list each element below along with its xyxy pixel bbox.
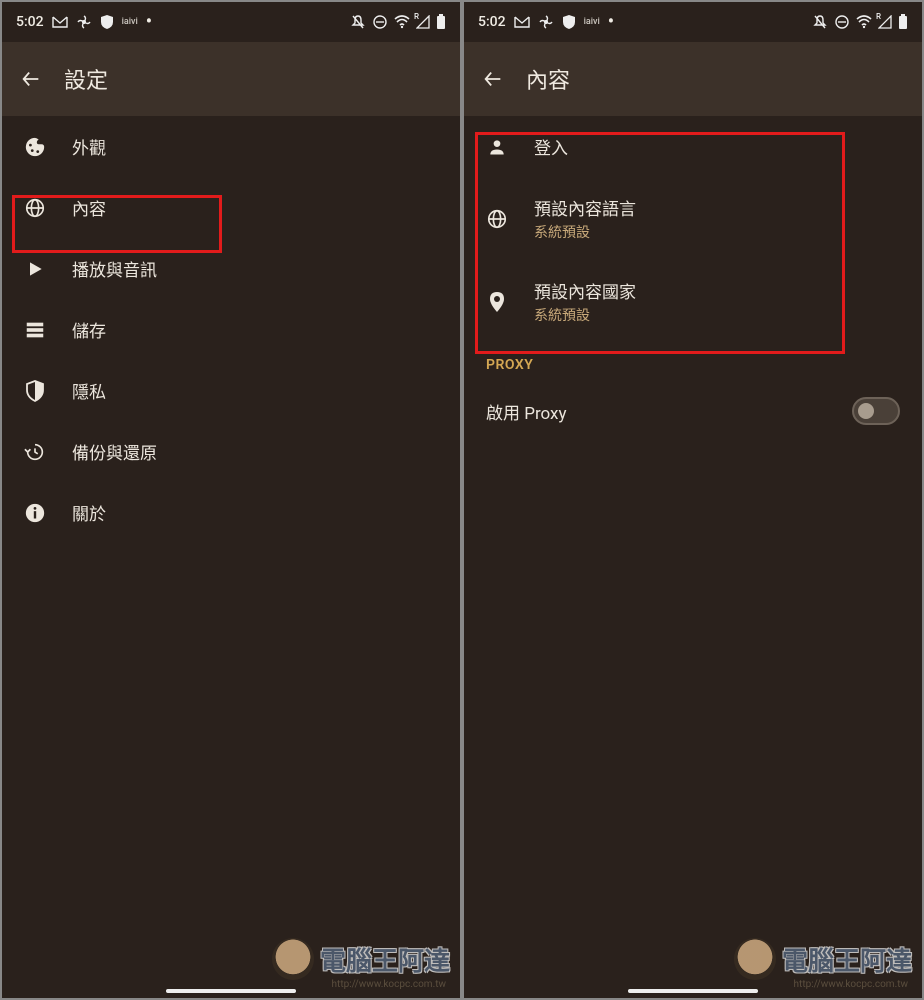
menu-item-default-language[interactable]: 預設內容語言 系統預設 [464, 177, 922, 260]
palette-icon [24, 136, 46, 158]
signal-icon: R [416, 15, 430, 29]
location-pin-icon [486, 291, 508, 313]
menu-label: 關於 [72, 500, 106, 525]
wifi-icon [856, 15, 872, 29]
menu-item-content[interactable]: 內容 [2, 177, 460, 238]
watermark-url: http://www.kocpc.com.tw [794, 979, 908, 990]
menu-item-playback[interactable]: 播放與音訊 [2, 238, 460, 299]
status-time: 5:02 [16, 14, 44, 30]
screen-content: 5:02 iaivi • R [464, 2, 922, 998]
menu-item-default-country[interactable]: 預設內容國家 系統預設 [464, 260, 922, 343]
page-title: 設定 [64, 63, 108, 95]
gmail-icon [52, 16, 68, 28]
battery-icon [436, 14, 446, 30]
page-title: 內容 [526, 63, 570, 95]
toggle-row-proxy[interactable]: 啟用 Proxy [464, 381, 922, 441]
menu-label: 儲存 [72, 317, 106, 342]
nav-indicator[interactable] [628, 989, 758, 993]
toggle-label: 啟用 Proxy [486, 399, 567, 424]
globe-icon [486, 208, 508, 230]
section-header-proxy: PROXY [464, 343, 922, 381]
watermark: 電腦王阿達 [272, 938, 450, 980]
menu-sublabel: 系統預設 [534, 305, 636, 325]
watermark-text: 電腦王阿達 [320, 941, 450, 978]
privacy-shield-icon [24, 380, 46, 402]
menu-item-login[interactable]: 登入 [464, 116, 922, 177]
nav-indicator[interactable] [166, 989, 296, 993]
watermark: 電腦王阿達 [734, 938, 912, 980]
globe-icon [24, 197, 46, 219]
app-header: 設定 [2, 42, 460, 116]
menu-item-appearance[interactable]: 外觀 [2, 116, 460, 177]
watermark-url: http://www.kocpc.com.tw [332, 979, 446, 990]
back-arrow-icon[interactable] [482, 68, 504, 90]
menu-label: 外觀 [72, 134, 106, 159]
iqiyi-label: iaivi [584, 17, 600, 27]
back-arrow-icon[interactable] [20, 68, 42, 90]
menu-sublabel: 系統預設 [534, 222, 636, 242]
play-icon [24, 258, 46, 280]
watermark-face-icon [272, 938, 314, 980]
status-bar: 5:02 iaivi • R [464, 2, 922, 42]
app-header: 內容 [464, 42, 922, 116]
menu-item-storage[interactable]: 儲存 [2, 299, 460, 360]
dnd-icon [350, 14, 366, 30]
restore-icon [24, 441, 46, 463]
dnd-icon [812, 14, 828, 30]
menu-label: 內容 [72, 195, 106, 220]
shield-icon [100, 14, 114, 30]
signal-icon: R [878, 15, 892, 29]
status-bar: 5:02 iaivi • R [2, 2, 460, 42]
menu-item-backup[interactable]: 備份與還原 [2, 421, 460, 482]
menu-label: 隱私 [72, 378, 106, 403]
menu-label: 預設內容國家 [534, 278, 636, 303]
menu-label: 預設內容語言 [534, 195, 636, 220]
menu-item-about[interactable]: 關於 [2, 482, 460, 543]
fan-icon [76, 14, 92, 30]
iqiyi-label: iaivi [122, 17, 138, 27]
menu-label: 播放與音訊 [72, 256, 157, 281]
gmail-icon [514, 16, 530, 28]
no-entry-icon [834, 14, 850, 30]
menu-label: 備份與還原 [72, 439, 157, 464]
menu-label: 登入 [534, 134, 568, 159]
battery-icon [898, 14, 908, 30]
watermark-text: 電腦王阿達 [782, 941, 912, 978]
person-icon [486, 136, 508, 158]
shield-icon [562, 14, 576, 30]
info-icon [24, 502, 46, 524]
menu-item-privacy[interactable]: 隱私 [2, 360, 460, 421]
wifi-icon [394, 15, 410, 29]
storage-icon [24, 319, 46, 341]
screen-settings: 5:02 iaivi • R [2, 2, 460, 998]
watermark-face-icon [734, 938, 776, 980]
proxy-switch[interactable] [852, 397, 900, 425]
status-time: 5:02 [478, 14, 506, 30]
no-entry-icon [372, 14, 388, 30]
fan-icon [538, 14, 554, 30]
